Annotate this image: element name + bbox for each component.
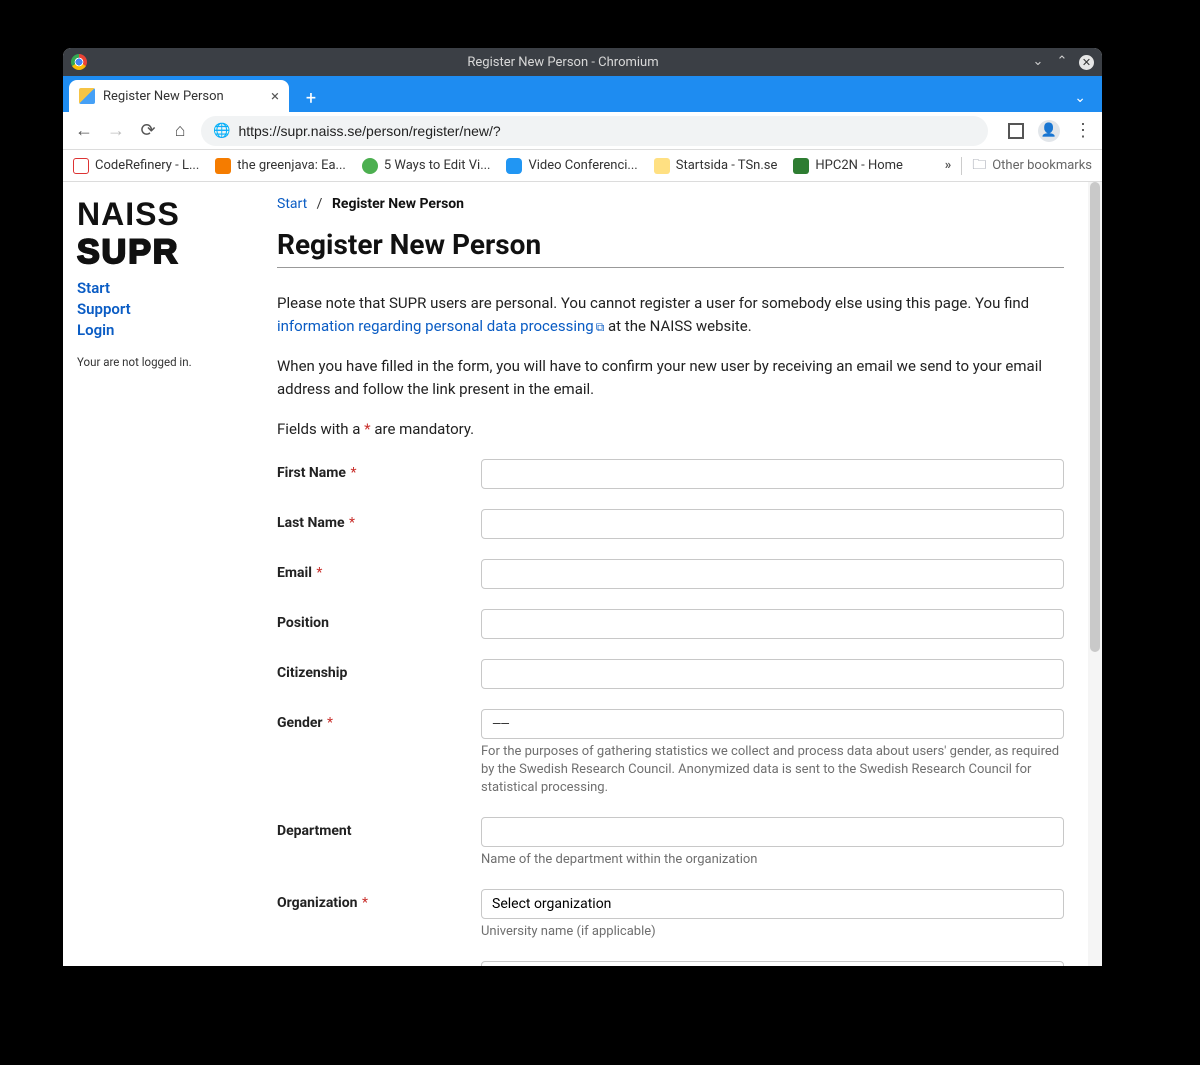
registration-form: First Name * Last Name * Email * Positio… [277, 459, 1064, 967]
back-button[interactable]: ← [73, 120, 95, 141]
login-status: Your are not logged in. [77, 355, 277, 369]
tabs-overflow-button[interactable]: ⌄ [1068, 84, 1092, 112]
bookmark-item[interactable]: Startsida - TSn.se [654, 158, 778, 174]
breadcrumb-start[interactable]: Start [277, 196, 307, 212]
title-rule [277, 267, 1064, 268]
breadcrumb-current: Register New Person [332, 196, 464, 212]
label-citizenship: Citizenship [277, 659, 481, 681]
label-organization: Organization * [277, 889, 481, 911]
site-sidebar: NAISS SUPR Start Support Login Your are … [77, 196, 277, 966]
privacy-link[interactable]: information regarding personal data proc… [277, 317, 604, 335]
logo-supr: SUPR [77, 233, 277, 272]
tab-title: Register New Person [103, 89, 224, 104]
bookmark-label: Video Conferenci... [528, 158, 637, 173]
chromium-icon [71, 54, 87, 70]
label-position: Position [277, 609, 481, 631]
bookmark-favicon [73, 158, 89, 174]
logo-naiss: NAISS [77, 196, 277, 233]
bookmark-label: CodeRefinery - L... [95, 158, 199, 173]
help-department: Name of the department within the organi… [481, 851, 1064, 869]
notice-paragraph-2: When you have filled in the form, you wi… [277, 355, 1064, 400]
browser-tab[interactable]: Register New Person × [69, 80, 289, 112]
bookmark-favicon [215, 158, 231, 174]
browser-menu-button[interactable]: ⋮ [1074, 120, 1092, 141]
other-bookmarks-folder[interactable]: 🗀 Other bookmarks [972, 154, 1092, 178]
input-citizenship[interactable] [481, 659, 1064, 689]
label-gender: Gender * [277, 709, 481, 731]
bookmark-label: HPC2N - Home [815, 158, 903, 173]
browser-toolbar: ← → ⟳ ⌂ 🌐 👤 ⋮ [63, 112, 1102, 150]
window-maximize-button[interactable]: ⌃ [1055, 55, 1069, 69]
bookmark-favicon [793, 158, 809, 174]
tab-favicon [79, 88, 95, 104]
input-first-name[interactable] [481, 459, 1064, 489]
bookmark-item[interactable]: HPC2N - Home [793, 158, 903, 174]
sidebar-link-support[interactable]: Support [77, 299, 277, 320]
site-info-icon[interactable]: 🌐 [213, 123, 230, 139]
folder-icon: 🗀 [972, 154, 986, 178]
main-content: Start / Register New Person Register New… [277, 196, 1084, 966]
browser-window: Register New Person - Chromium ⌄ ⌃ ✕ Reg… [63, 48, 1102, 966]
bookmark-item[interactable]: 5 Ways to Edit Vi... [362, 158, 491, 174]
tab-strip: Register New Person × + ⌄ [63, 76, 1102, 112]
address-bar[interactable]: 🌐 [201, 116, 988, 146]
sidebar-link-login[interactable]: Login [77, 320, 277, 341]
label-email: Email * [277, 559, 481, 581]
other-bookmarks-label: Other bookmarks [992, 158, 1092, 173]
help-gender: For the purposes of gathering statistics… [481, 743, 1064, 798]
mandatory-note: Fields with a * are mandatory. [277, 418, 1064, 441]
bookmark-item[interactable]: the greenjava: Ea... [215, 158, 346, 174]
scrollbar-thumb[interactable] [1090, 182, 1100, 652]
page-viewport: NAISS SUPR Start Support Login Your are … [63, 182, 1102, 966]
input-department[interactable] [481, 817, 1064, 847]
profile-button[interactable]: 👤 [1038, 120, 1060, 142]
input-email[interactable] [481, 559, 1064, 589]
breadcrumb-separator: / [317, 196, 323, 212]
bookmarks-overflow-button[interactable]: » [945, 158, 952, 173]
tab-close-button[interactable]: × [271, 87, 279, 105]
input-last-name[interactable] [481, 509, 1064, 539]
bookmarks-bar: CodeRefinery - L... the greenjava: Ea...… [63, 150, 1102, 182]
bookmarks-divider [961, 157, 962, 175]
window-title: Register New Person - Chromium [95, 55, 1031, 70]
window-minimize-button[interactable]: ⌄ [1031, 55, 1045, 69]
label-last-name: Last Name * [277, 509, 481, 531]
breadcrumb: Start / Register New Person [277, 196, 1064, 212]
external-link-icon: ⧉ [596, 320, 605, 334]
bookmark-item[interactable]: CodeRefinery - L... [73, 158, 199, 174]
input-position[interactable] [481, 609, 1064, 639]
sidebar-nav: Start Support Login [77, 278, 277, 341]
home-button[interactable]: ⌂ [169, 120, 191, 141]
bookmark-favicon [362, 158, 378, 174]
sidebar-link-start[interactable]: Start [77, 278, 277, 299]
label-department: Department [277, 817, 481, 839]
window-titlebar: Register New Person - Chromium ⌄ ⌃ ✕ [63, 48, 1102, 76]
select-organization[interactable]: Select organization [481, 889, 1064, 919]
reload-button[interactable]: ⟳ [137, 120, 159, 141]
help-organization: University name (if applicable) [481, 923, 1064, 941]
select-gender[interactable]: —— [481, 709, 1064, 739]
bookmark-favicon [654, 158, 670, 174]
textarea-address[interactable] [481, 961, 1064, 966]
notice-paragraph-1: Please note that SUPR users are personal… [277, 292, 1064, 337]
bookmark-favicon [506, 158, 522, 174]
forward-button[interactable]: → [105, 120, 127, 141]
new-tab-button[interactable]: + [297, 84, 325, 112]
page-title: Register New Person [277, 228, 1064, 261]
side-panel-button[interactable] [1008, 123, 1024, 139]
label-address: Address [277, 961, 481, 966]
bookmark-item[interactable]: Video Conferenci... [506, 158, 637, 174]
bookmark-label: the greenjava: Ea... [237, 158, 346, 173]
window-close-button[interactable]: ✕ [1079, 55, 1094, 70]
bookmark-label: 5 Ways to Edit Vi... [384, 158, 491, 173]
label-first-name: First Name * [277, 459, 481, 481]
url-input[interactable] [238, 123, 976, 139]
vertical-scrollbar[interactable] [1088, 182, 1102, 966]
bookmark-label: Startsida - TSn.se [676, 158, 778, 173]
